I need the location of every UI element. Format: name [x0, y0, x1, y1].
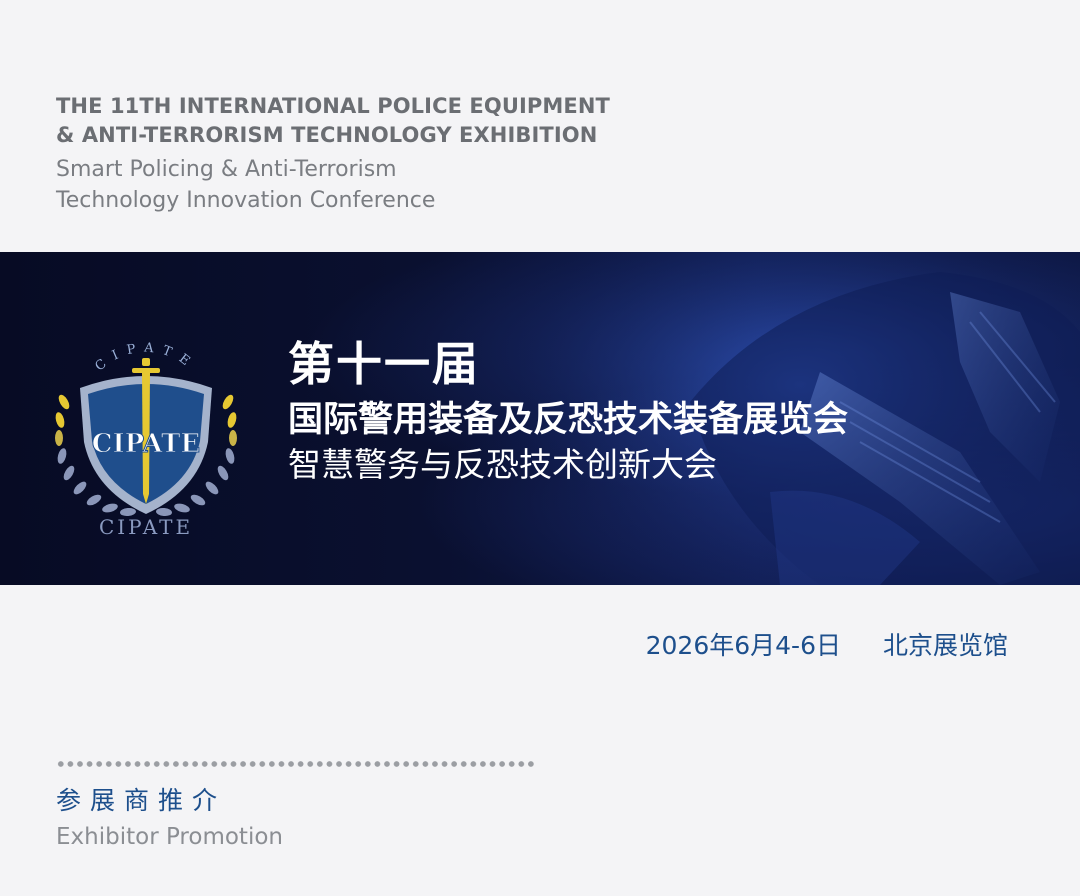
- svg-text:CIPATE: CIPATE: [92, 429, 200, 459]
- dotted-divider: [56, 760, 536, 768]
- cipate-emblem-logo: CIPATE CIPATE CIPATE: [55, 340, 237, 539]
- conference-name: 智慧警务与反恐技术创新大会: [288, 445, 717, 484]
- en-subtitle-line2: Technology Innovation Conference: [56, 188, 436, 213]
- hero-banner: CIPATE CIPATE CIPATE 第十一届 国际警用装备及反恐技术装备展…: [0, 252, 1080, 585]
- header: THE 11TH INTERNATIONAL POLICE EQUIPMENT …: [56, 92, 816, 216]
- svg-text:CIPATE: CIPATE: [99, 515, 193, 539]
- section-title-en: Exhibitor Promotion: [56, 824, 283, 850]
- section-title-cn: 参展商推介: [56, 786, 227, 815]
- exhibition-name: 国际警用装备及反恐技术装备展览会: [288, 400, 849, 440]
- event-venue: 北京展览馆: [882, 631, 1008, 660]
- title-block: 第十一届 国际警用装备及反恐技术装备展览会 智慧警务与反恐技术创新大会: [288, 336, 848, 486]
- en-subtitle-line1: Smart Policing & Anti-Terrorism: [56, 157, 397, 182]
- section-heading: 参展商推介 Exhibitor Promotion: [56, 784, 283, 852]
- event-date: 2026年6月4-6日: [645, 631, 841, 660]
- en-title-line2: & ANTI-TERRORISM TECHNOLOGY EXHIBITION: [56, 123, 598, 147]
- event-info: 2026年6月4-6日 北京展览馆: [646, 626, 1008, 662]
- edition-title: 第十一届: [288, 337, 480, 391]
- en-title-line1: THE 11TH INTERNATIONAL POLICE EQUIPMENT: [56, 94, 610, 118]
